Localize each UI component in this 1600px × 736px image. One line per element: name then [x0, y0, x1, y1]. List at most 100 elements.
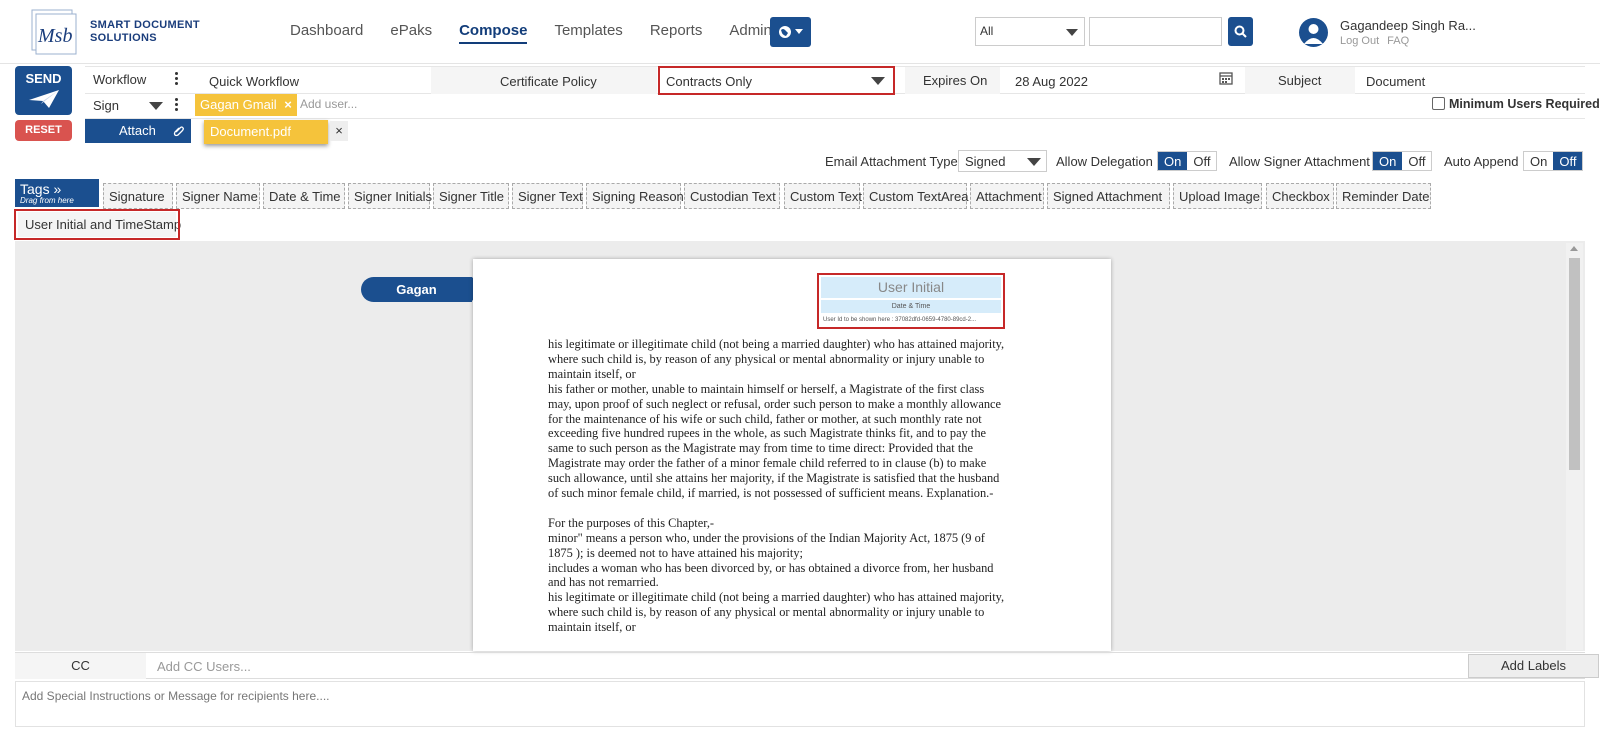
document-line: where such child is, by reason of any ph… [548, 605, 985, 620]
workflow-label: Workflow [93, 72, 147, 87]
user-initial-stamp[interactable]: User Initial Date & Time User Id to be s… [817, 273, 1005, 329]
subject-value[interactable]: Document [1366, 74, 1425, 89]
document-line: may, upon proof of such neglect or refus… [548, 396, 1002, 411]
language-button[interactable] [770, 17, 811, 47]
caret-down-icon [795, 29, 803, 34]
stamp-userid: User Id to be shown here : 37082dfd-0659… [823, 317, 977, 323]
tag-signer-initials[interactable]: Signer Initials [348, 183, 432, 209]
cc-row: CC Add CC Users... Add Labels [15, 652, 1599, 679]
tag-date-time[interactable]: Date & Time [263, 183, 345, 209]
document-line: of such minor female child, if married, … [548, 486, 994, 501]
reset-button[interactable]: RESET [15, 120, 72, 141]
auto-append-toggle[interactable]: On Off [1523, 151, 1584, 171]
tag-custom-textarea[interactable]: Custom TextArea [863, 183, 968, 209]
attach-button[interactable]: Attach [85, 119, 191, 143]
min-users-checkbox[interactable] [1432, 97, 1445, 110]
document-line: For the purposes of this Chapter,- [548, 515, 715, 530]
nav-compose[interactable]: Compose [459, 22, 528, 44]
remove-icon[interactable]: × [284, 97, 292, 112]
tag-reminder-date[interactable]: Reminder Date [1336, 183, 1431, 209]
tag-signature[interactable]: Signature [103, 183, 173, 209]
tag-custodian-text[interactable]: Custodian Text [684, 183, 780, 209]
user-links: Log Out FAQ [1340, 35, 1417, 47]
toggle-off[interactable]: Off [1553, 152, 1583, 170]
cert-policy-label: Certificate Policy [500, 74, 597, 89]
tag-upload-image[interactable]: Upload Image [1173, 183, 1262, 209]
toggle-on[interactable]: On [1524, 152, 1554, 170]
paper-plane-icon [28, 90, 59, 108]
document-chip[interactable]: Document.pdf [204, 120, 328, 144]
tag-signing-reason[interactable]: Signing Reason [586, 183, 684, 209]
send-button[interactable]: SEND [15, 66, 72, 115]
email-attachment-type-select[interactable]: Signed [958, 150, 1047, 172]
expires-label: Expires On [923, 73, 988, 88]
document-line: same to such person as the Magistrate ma… [548, 441, 973, 456]
cert-policy-select[interactable]: Contracts Only [658, 66, 895, 95]
stamp-datetime: Date & Time [821, 300, 1001, 313]
document-line: maintain itself, or [548, 366, 636, 381]
add-labels-button[interactable]: Add Labels [1468, 654, 1599, 678]
subject-label: Subject [1278, 73, 1322, 88]
document-text: his legitimate or illegitimate child (no… [548, 337, 1038, 635]
search-scope-select[interactable]: All [975, 17, 1085, 46]
top-header: Msb SMART DOCUMENT SOLUTIONS Dashboard eP… [0, 0, 1600, 64]
remove-document-icon[interactable]: × [330, 121, 348, 141]
tags-header: Tags » Drag from here [15, 179, 99, 207]
tag-checkbox[interactable]: Checkbox [1266, 183, 1334, 209]
scroll-up-icon[interactable] [1570, 246, 1578, 251]
calendar-icon[interactable] [1219, 71, 1233, 88]
document-line: for the maintenance of his wife or such … [548, 411, 982, 426]
signer-flag[interactable]: Gagan [361, 277, 482, 302]
workflow-menu-icon[interactable] [175, 72, 178, 87]
workflow-value[interactable]: Quick Workflow [209, 74, 299, 89]
tag-signer-name[interactable]: Signer Name [176, 183, 260, 209]
nav-admin[interactable]: Admin [729, 22, 772, 44]
svg-text:Msb: Msb [37, 25, 72, 47]
allow-delegation-label: Allow Delegation [1056, 154, 1153, 169]
allow-delegation-toggle[interactable]: On Off [1157, 151, 1218, 171]
nav-dashboard[interactable]: Dashboard [290, 22, 363, 44]
min-users-label: Minimum Users Required [1449, 97, 1600, 111]
document-line: 1875 ); is deemed not to have attained h… [548, 545, 803, 560]
auto-append-label: Auto Append [1444, 154, 1519, 169]
tag-signer-title[interactable]: Signer Title [433, 183, 509, 209]
search-input[interactable] [1089, 17, 1222, 46]
expires-value[interactable]: 28 Aug 2022 [1015, 74, 1088, 89]
document-page: User Initial Date & Time User Id to be s… [473, 259, 1111, 651]
toggle-off[interactable]: Off [1402, 152, 1432, 170]
caret-down-icon[interactable] [149, 102, 163, 110]
search-button[interactable] [1228, 17, 1253, 46]
document-line: includes a woman who has been divorced b… [548, 560, 994, 575]
brand-logo[interactable]: Msb [26, 8, 82, 56]
tag-attachment[interactable]: Attachment [970, 183, 1044, 209]
user-name: Gagandeep Singh Ra... [1340, 18, 1476, 33]
globe-icon [779, 26, 791, 38]
document-line: his legitimate or illegitimate child (no… [548, 337, 1005, 351]
user-avatar-icon[interactable] [1299, 18, 1328, 47]
cc-input[interactable]: Add CC Users... [151, 653, 1461, 679]
sign-menu-icon[interactable] [175, 98, 178, 113]
scrollbar-thumb[interactable] [1569, 258, 1580, 470]
allow-signer-attachment-toggle[interactable]: On Off [1372, 151, 1433, 171]
message-input[interactable]: Add Special Instructions or Message for … [15, 681, 1585, 727]
tag-signer-text[interactable]: Signer Text [512, 183, 583, 209]
nav-epaks[interactable]: ePaks [390, 22, 432, 44]
faq-link[interactable]: FAQ [1387, 35, 1409, 47]
search-icon [1234, 25, 1247, 38]
tag-custom-text[interactable]: Custom Text [784, 183, 862, 209]
document-line: minor" means a person who, under the pro… [548, 530, 985, 545]
signer-chip[interactable]: Gagan Gmail × [195, 94, 297, 116]
highlight-box [14, 209, 180, 240]
sign-type-label[interactable]: Sign [93, 98, 119, 113]
logout-link[interactable]: Log Out [1340, 35, 1379, 47]
add-user-input[interactable]: Add user... [300, 97, 357, 111]
document-line: exceeding five hundred rupees in the who… [548, 426, 987, 441]
toggle-on[interactable]: On [1373, 152, 1403, 170]
toggle-off[interactable]: Off [1187, 152, 1217, 170]
allow-signer-attachment-label: Allow Signer Attachment [1229, 154, 1370, 169]
nav-templates[interactable]: Templates [554, 22, 622, 44]
paperclip-icon [173, 126, 184, 137]
toggle-on[interactable]: On [1158, 152, 1188, 170]
nav-reports[interactable]: Reports [650, 22, 703, 44]
tag-signed-attachment[interactable]: Signed Attachment [1047, 183, 1170, 209]
